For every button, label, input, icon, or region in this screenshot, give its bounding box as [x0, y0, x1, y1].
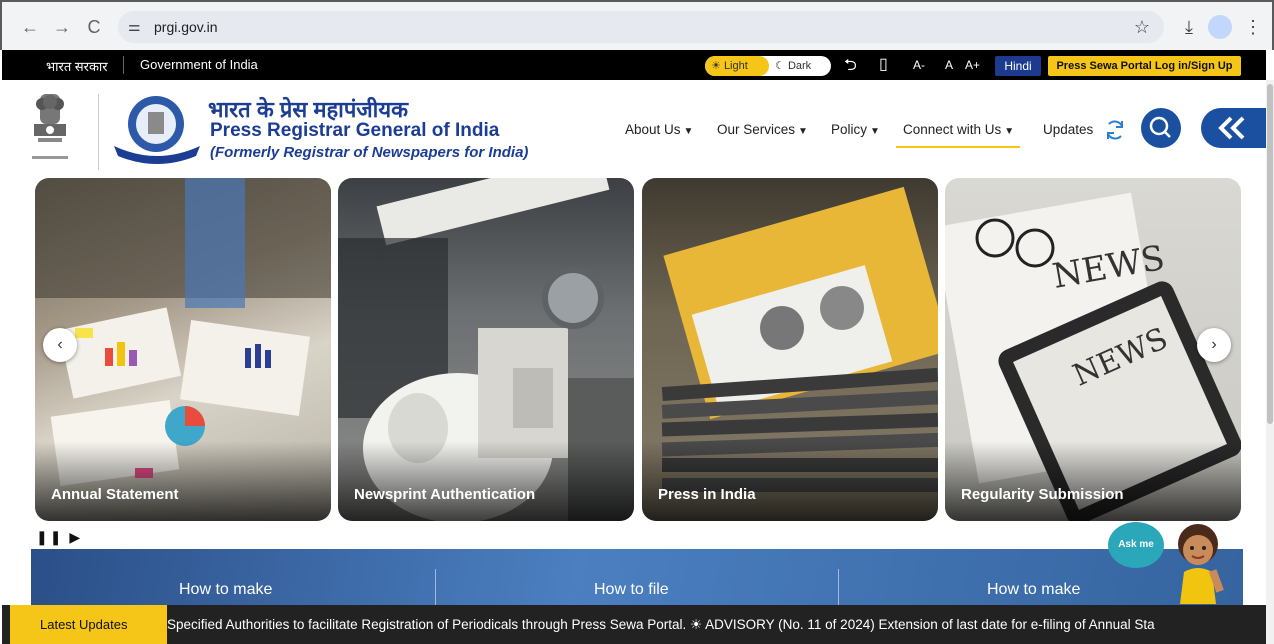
dark-label: Dark — [787, 60, 812, 72]
caption-shade — [945, 441, 1241, 521]
browser-toolbar: ← → C ⚌ prgi.gov.in ☆ ⤓ ⋮ — [0, 0, 1274, 50]
chevron-down-icon: ▼ — [683, 126, 694, 137]
latest-updates-ticker: Latest Updates Specified Authorities to … — [2, 605, 1266, 644]
light-label: Light — [723, 60, 748, 72]
menu-label: Our Services — [717, 122, 796, 137]
ticker-text[interactable]: Specified Authorities to facilitate Regi… — [167, 617, 1266, 633]
reset-icon[interactable]: ⮌ — [844, 54, 857, 81]
font-normal-button[interactable]: A — [945, 58, 953, 72]
slide-caption: Newsprint Authentication — [354, 486, 536, 503]
hero-carousel: Annual Statement Newsprint Authenticatio… — [35, 178, 1243, 522]
assistant-mascot-icon[interactable] — [1166, 520, 1230, 604]
site-header: भारत के प्रेस महापंजीयक Press Registrar … — [2, 80, 1266, 178]
screen-reader-icon[interactable]: ▯ — [879, 54, 888, 74]
site-info-icon[interactable]: ⚌ — [128, 18, 141, 35]
slide-annual-statement[interactable]: Annual Statement — [35, 178, 331, 521]
howto-item[interactable]: How to make — [987, 581, 1080, 599]
divider — [98, 94, 99, 170]
carousel-prev-button[interactable]: ‹ — [43, 328, 77, 362]
portal-login-button[interactable]: Press Sewa Portal Log in/Sign Up — [1048, 56, 1241, 76]
download-icon[interactable]: ⤓ — [1176, 14, 1202, 40]
latest-updates-label[interactable]: Latest Updates — [10, 605, 167, 644]
menu-our-services[interactable]: Our Services ▼ — [717, 122, 808, 137]
howto-item[interactable]: How to make — [179, 581, 272, 599]
address-bar[interactable]: ⚌ prgi.gov.in — [118, 11, 1164, 43]
caption-shade — [338, 441, 634, 521]
prgi-seal-icon — [114, 96, 200, 164]
gov-strip: भारत सरकार Government of India ☀ Light ☾… — [2, 50, 1266, 80]
refresh-icon[interactable] — [1103, 118, 1127, 142]
gov-hindi-link[interactable]: भारत सरकार — [46, 57, 108, 75]
profile-avatar-icon[interactable] — [1208, 15, 1232, 39]
ask-me-bubble[interactable]: Ask me — [1108, 522, 1164, 568]
slide-caption: Regularity Submission — [961, 486, 1124, 503]
menu-label: About Us — [625, 122, 681, 137]
menu-label: Connect with Us — [903, 122, 1002, 137]
howto-band: How to make How to file How to make — [31, 549, 1243, 605]
search-icon — [1149, 116, 1171, 138]
moon-icon: ☾ — [775, 60, 785, 72]
light-theme-button[interactable]: ☀ Light — [705, 56, 769, 76]
forward-icon[interactable]: → — [50, 15, 74, 39]
back-icon[interactable]: ← — [18, 15, 42, 39]
gov-english-link[interactable]: Government of India — [140, 57, 258, 72]
menu-connect-with-us[interactable]: Connect with Us ▼ — [903, 122, 1014, 137]
national-emblem-icon — [32, 94, 68, 159]
font-increase-button[interactable]: A+ — [965, 58, 980, 72]
browser-menu-icon[interactable]: ⋮ — [1240, 14, 1266, 40]
bookmark-star-icon[interactable]: ☆ — [1129, 14, 1155, 40]
chevron-down-icon: ▼ — [798, 126, 808, 137]
slide-newsprint-authentication[interactable]: Newsprint Authentication — [338, 178, 634, 521]
carousel-next-button[interactable]: › — [1197, 328, 1231, 362]
carousel-pause-play-icon[interactable]: ❚❚ ▶ — [36, 529, 82, 546]
chevron-down-icon: ▼ — [1004, 126, 1015, 137]
sun-icon: ☀ — [711, 60, 721, 72]
language-hindi-button[interactable]: Hindi — [995, 56, 1041, 76]
divider — [435, 569, 436, 605]
theme-toggle[interactable]: ☀ Light ☾ Dark — [705, 56, 831, 76]
caption-shade — [642, 441, 938, 521]
collapse-panel-button[interactable] — [1201, 108, 1266, 148]
menu-policy[interactable]: Policy ▼ — [831, 122, 880, 137]
caption-shade — [35, 441, 331, 521]
reload-icon[interactable]: C — [82, 15, 106, 39]
howto-item[interactable]: How to file — [594, 581, 669, 599]
chevron-down-icon: ▼ — [870, 126, 880, 137]
menu-about-us[interactable]: About Us ▼ — [625, 122, 693, 137]
scrollbar-thumb[interactable] — [1267, 84, 1273, 424]
url-text[interactable]: prgi.gov.in — [154, 19, 218, 35]
dark-theme-button[interactable]: ☾ Dark — [775, 56, 831, 76]
slide-regularity-submission[interactable]: NEWS NEWS Regularity Submission — [945, 178, 1241, 521]
slide-caption: Annual Statement — [51, 486, 179, 503]
org-name-english[interactable]: Press Registrar General of India — [210, 120, 499, 142]
search-button[interactable] — [1141, 108, 1181, 148]
divider — [838, 569, 839, 605]
active-menu-underline — [896, 146, 1020, 148]
double-chevron-left-icon — [1218, 116, 1245, 140]
font-decrease-button[interactable]: A- — [913, 58, 925, 72]
menu-label: Policy — [831, 122, 868, 137]
menu-updates[interactable]: Updates — [1043, 122, 1093, 137]
org-former-name: (Formerly Registrar of Newspapers for In… — [210, 144, 529, 161]
slide-press-in-india[interactable]: Press in India — [642, 178, 938, 521]
divider — [123, 56, 124, 74]
slide-caption: Press in India — [658, 486, 756, 503]
